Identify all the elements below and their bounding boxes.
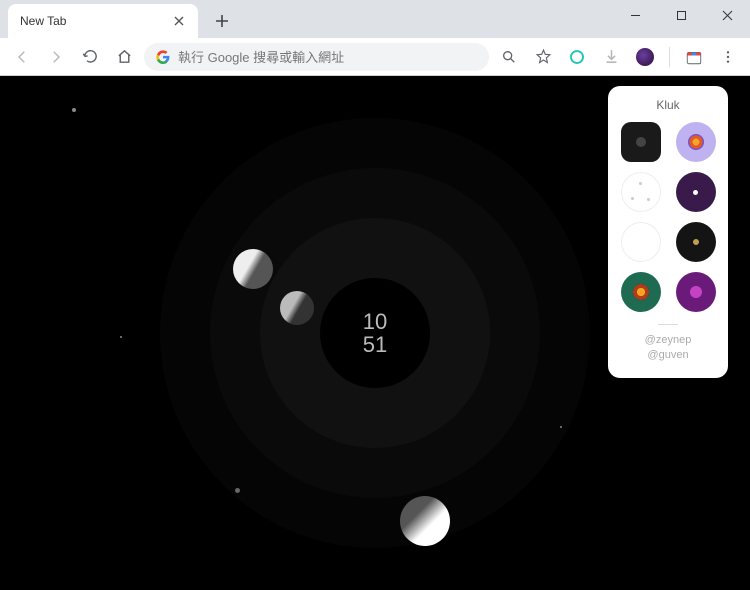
download-icon[interactable] [597, 43, 625, 71]
clock-minutes: 51 [363, 333, 387, 356]
close-tab-icon[interactable] [172, 14, 186, 28]
credit-line[interactable]: @guven [618, 348, 718, 363]
home-button[interactable] [110, 43, 138, 71]
tab-title: New Tab [20, 14, 164, 28]
bookmark-star-icon[interactable] [529, 43, 557, 71]
theme-swatch-teal[interactable] [621, 272, 661, 312]
browser-toolbar: 執行 Google 搜尋或輸入網址 [0, 38, 750, 76]
close-window-button[interactable] [704, 0, 750, 30]
forward-button[interactable] [42, 43, 70, 71]
star-dot [560, 426, 562, 428]
google-icon [156, 50, 170, 64]
star-dot [72, 108, 76, 112]
window-titlebar: New Tab [0, 0, 750, 38]
omnibox-placeholder: 執行 Google 搜尋或輸入網址 [178, 47, 344, 66]
extension-ring-icon[interactable] [563, 43, 591, 71]
theme-swatch-white-dots[interactable] [621, 172, 661, 212]
panel-credits: @zeynep @guven [618, 333, 718, 364]
panel-title: Kluk [618, 98, 718, 112]
orbit-moon-hour [233, 249, 273, 289]
window-controls [612, 0, 750, 30]
theme-swatch-magenta[interactable] [676, 272, 716, 312]
theme-swatch-white-plain[interactable] [621, 222, 661, 262]
star-dot [120, 336, 122, 338]
clock-hours: 10 [363, 310, 387, 333]
panel-divider [658, 324, 678, 325]
theme-swatch-lavender[interactable] [676, 122, 716, 162]
new-tab-button[interactable] [208, 7, 236, 35]
credit-line[interactable]: @zeynep [618, 333, 718, 348]
star-dot [235, 488, 240, 493]
clock-center: 10 51 [320, 278, 430, 388]
address-bar[interactable]: 執行 Google 搜尋或輸入網址 [144, 43, 489, 71]
theme-swatch-dark[interactable] [621, 122, 661, 162]
back-button[interactable] [8, 43, 36, 71]
theme-swatch-grid [618, 122, 718, 312]
theme-swatch-plum[interactable] [676, 172, 716, 212]
extension-dot-icon[interactable] [631, 43, 659, 71]
minimize-button[interactable] [612, 0, 658, 30]
extension-calendar-icon[interactable] [680, 43, 708, 71]
orbit-moon-second [400, 496, 450, 546]
toolbar-divider [669, 47, 670, 67]
menu-icon[interactable] [714, 43, 742, 71]
browser-tab[interactable]: New Tab [8, 4, 198, 38]
theme-swatch-black[interactable] [676, 222, 716, 262]
theme-panel: Kluk [608, 86, 728, 378]
reload-button[interactable] [76, 43, 104, 71]
orbit-moon-minute [280, 291, 314, 325]
zoom-icon[interactable] [495, 43, 523, 71]
maximize-button[interactable] [658, 0, 704, 30]
page-content: 10 51 Kluk [0, 76, 750, 590]
